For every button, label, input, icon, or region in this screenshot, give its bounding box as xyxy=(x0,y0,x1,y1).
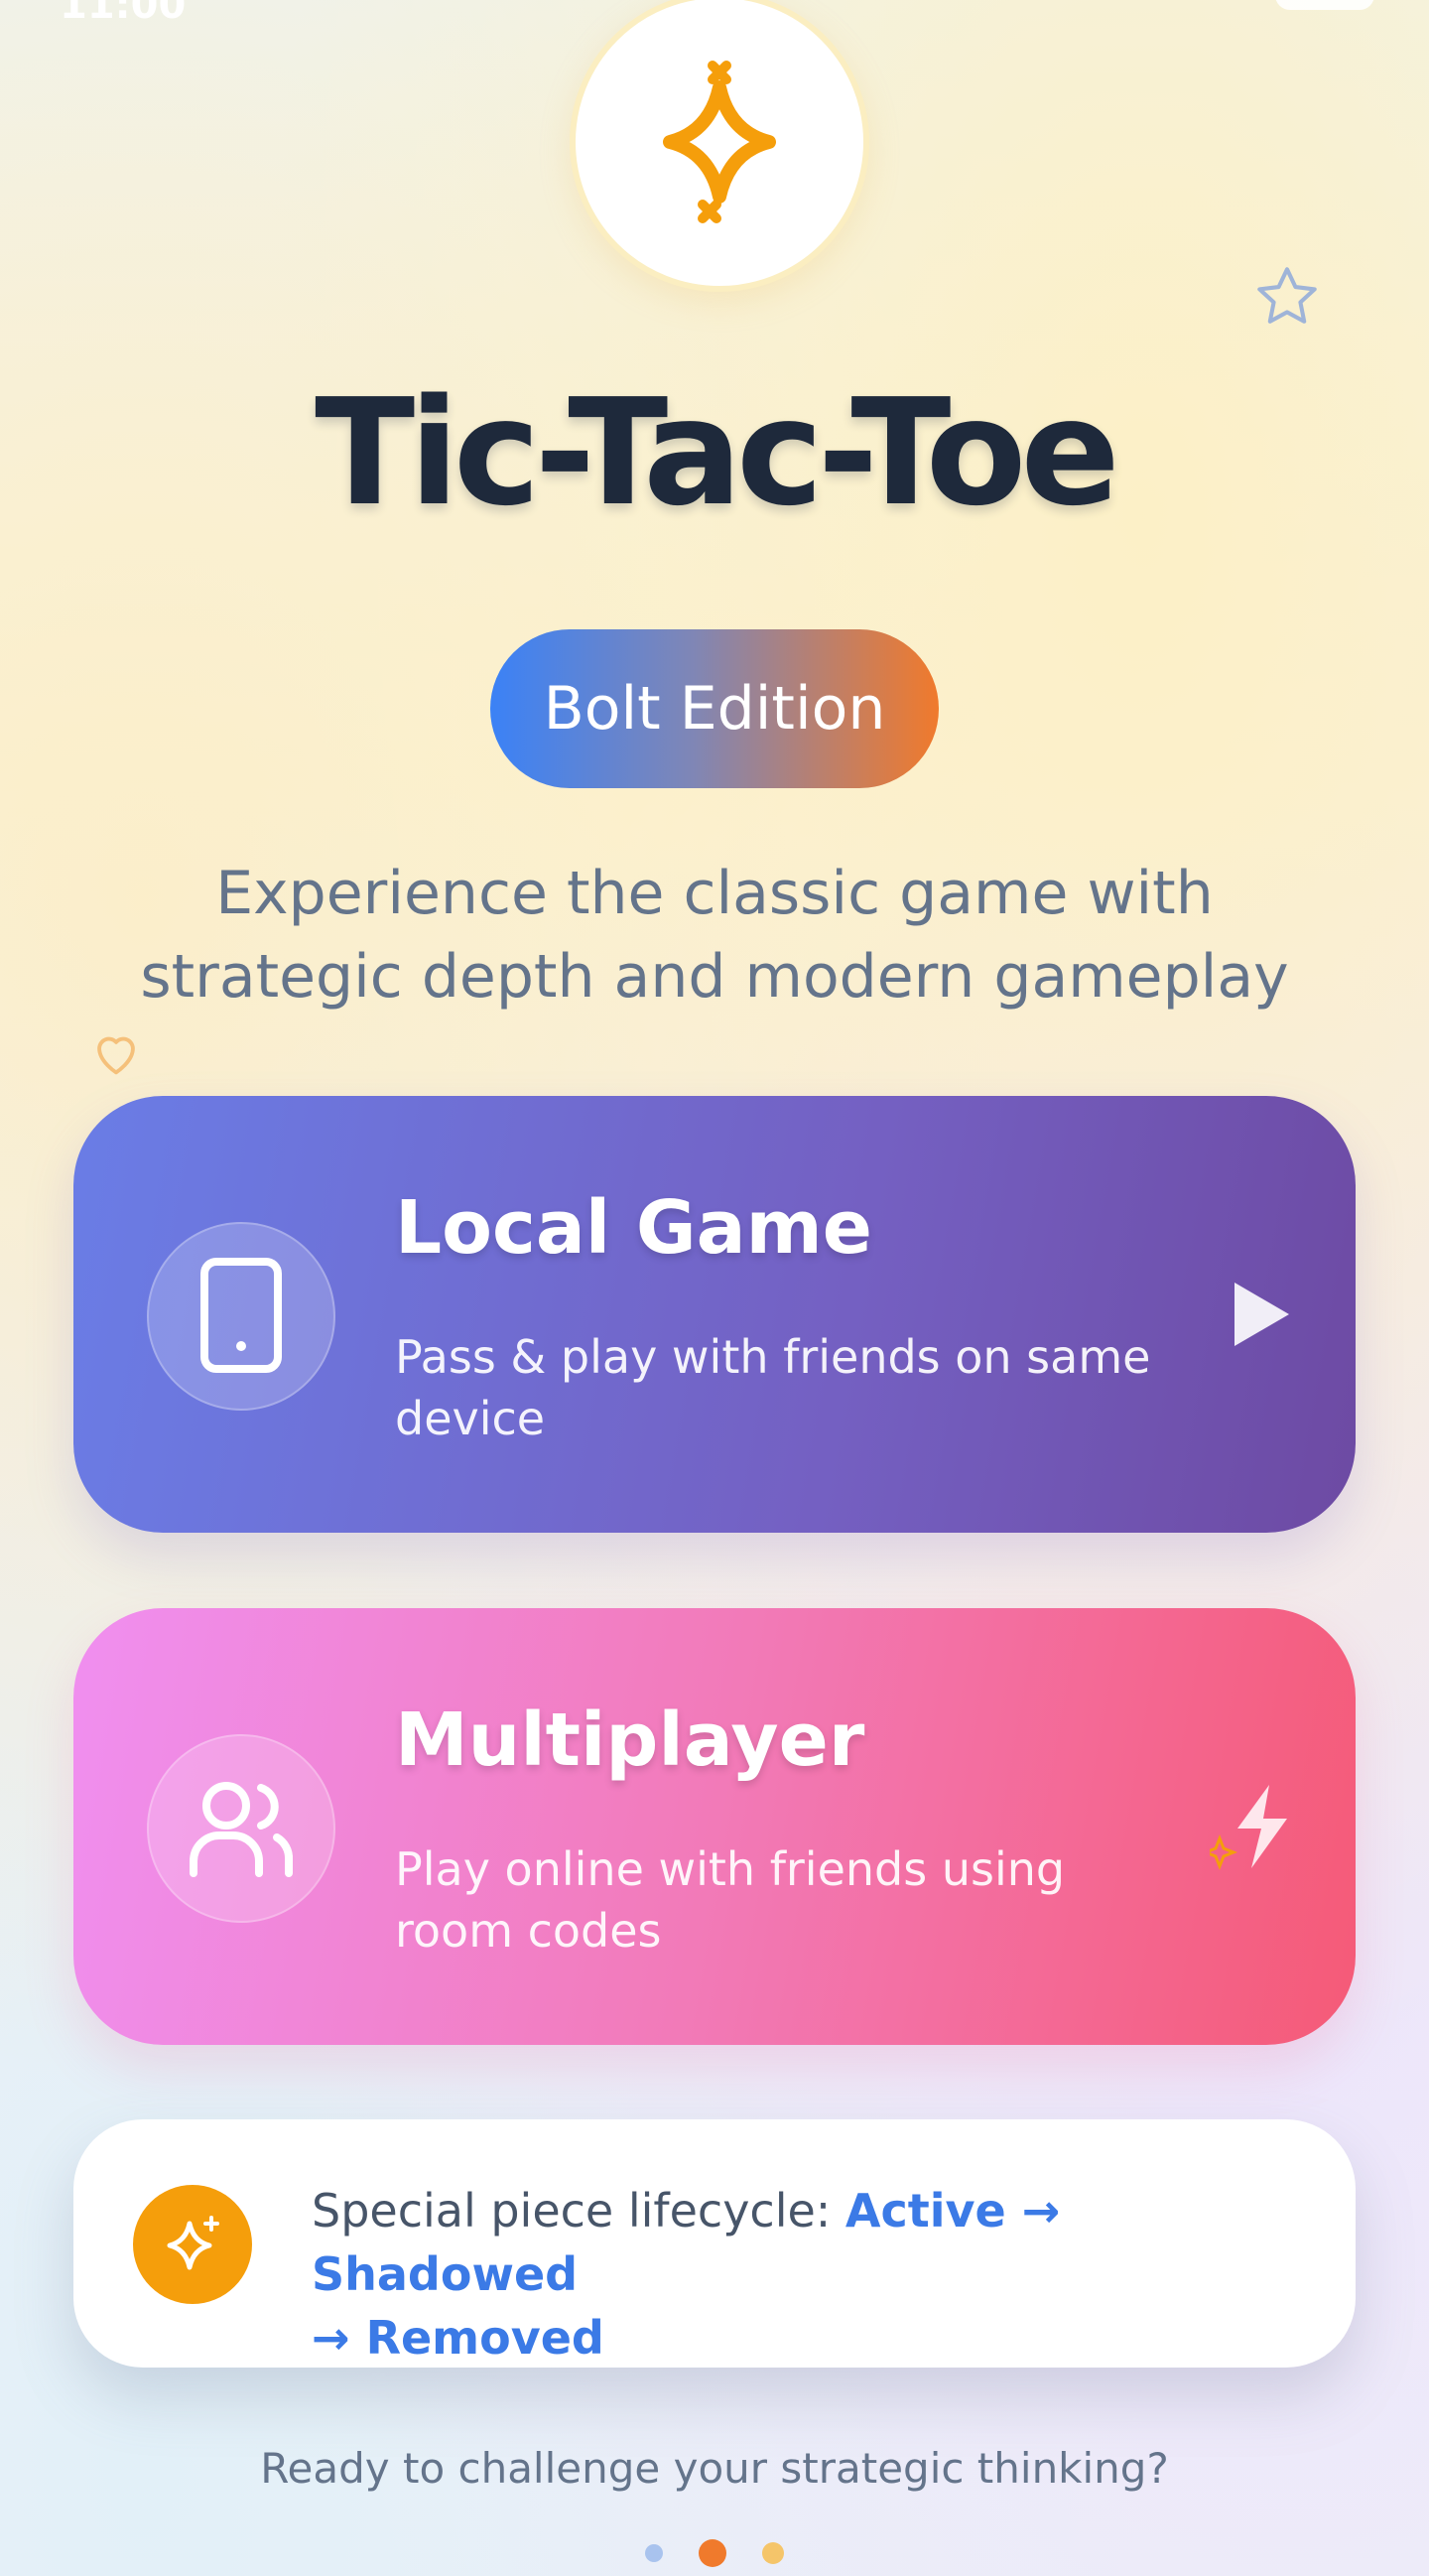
lifecycle-prefix: Special piece lifecycle: xyxy=(312,2184,845,2237)
multiplayer-card[interactable]: Multiplayer Play online with friends usi… xyxy=(73,1608,1356,2045)
heart-outline-icon xyxy=(97,1036,135,1075)
users-icon xyxy=(190,1782,293,1877)
page-dot-2-active[interactable] xyxy=(699,2539,726,2567)
page-subtitle: Experience the classic game with strateg… xyxy=(140,859,1289,1012)
local-game-icon-wrap xyxy=(147,1222,335,1411)
play-icon[interactable] xyxy=(1210,1265,1309,1364)
battery-icon xyxy=(1275,0,1374,10)
arrow-2: → xyxy=(312,2311,366,2365)
info-icon-wrap xyxy=(133,2185,252,2304)
page-dot-3[interactable] xyxy=(762,2542,784,2564)
state-active: Active xyxy=(844,2184,1006,2237)
state-removed: Removed xyxy=(365,2311,604,2365)
pagination-dots xyxy=(0,2539,1429,2567)
lifecycle-info-card: Special piece lifecycle: Active → Shadow… xyxy=(73,2119,1356,2368)
local-game-card[interactable]: Local Game Pass & play with friends on s… xyxy=(73,1096,1356,1533)
app-logo xyxy=(570,0,869,292)
local-game-title: Local Game xyxy=(395,1185,872,1271)
lifecycle-text: Special piece lifecycle: Active → Shadow… xyxy=(312,2179,1304,2370)
page-dot-1[interactable] xyxy=(645,2544,663,2562)
star-outline-icon xyxy=(1257,267,1317,324)
state-shadowed: Shadowed xyxy=(312,2247,579,2301)
multiplayer-title: Multiplayer xyxy=(395,1697,865,1783)
sparkle-icon xyxy=(167,2216,219,2270)
footer-tagline: Ready to challenge your strategic thinki… xyxy=(260,2444,1169,2493)
page-title: Tic-Tac-Toe xyxy=(315,367,1120,538)
local-game-description: Pass & play with friends on same device xyxy=(395,1330,1151,1445)
multiplayer-icon-wrap xyxy=(147,1734,335,1923)
edition-badge: Bolt Edition xyxy=(490,629,939,788)
tablet-icon xyxy=(200,1258,282,1373)
multiplayer-description: Play online with friends using room code… xyxy=(395,1842,1066,1958)
logo-star-icon xyxy=(663,61,776,223)
status-time: 11:00 xyxy=(60,0,187,28)
arrow-1: → xyxy=(1005,2184,1061,2237)
lightning-icon[interactable] xyxy=(1210,1777,1309,1876)
